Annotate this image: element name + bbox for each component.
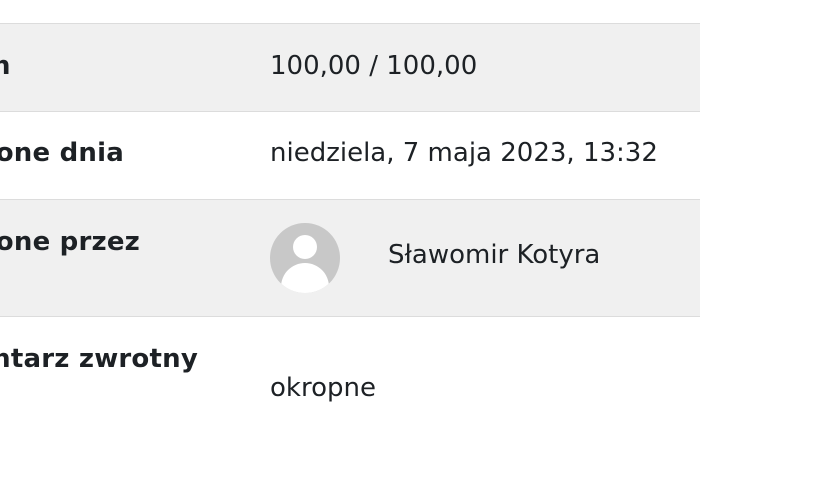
row-value-feedback-comment: okropne [270,373,376,403]
row-label-grade: n [0,51,11,81]
grader-name-link[interactable]: Sławomir Kotyra [388,240,600,270]
table-row-feedback-comment: ntarz zwrotny okropne [0,316,700,478]
avatar-head [293,235,317,259]
row-label-graded-by: one przez [0,227,140,257]
feedback-table: n 100,00 / 100,00 one dnia niedziela, 7 … [0,0,700,478]
row-value-grade: 100,00 / 100,00 [270,51,478,81]
table-row-grade: n 100,00 / 100,00 [0,23,700,112]
row-label-graded-on: one dnia [0,138,124,168]
row-label-feedback-comment: ntarz zwrotny [0,344,198,374]
row-value-graded-on: niedziela, 7 maja 2023, 13:32 [270,138,658,168]
table-row-graded-on: one dnia niedziela, 7 maja 2023, 13:32 [0,111,700,199]
user-avatar-icon[interactable] [270,223,340,293]
table-row-graded-by: one przez Sławomir Kotyra [0,199,700,317]
avatar-body [281,263,329,293]
